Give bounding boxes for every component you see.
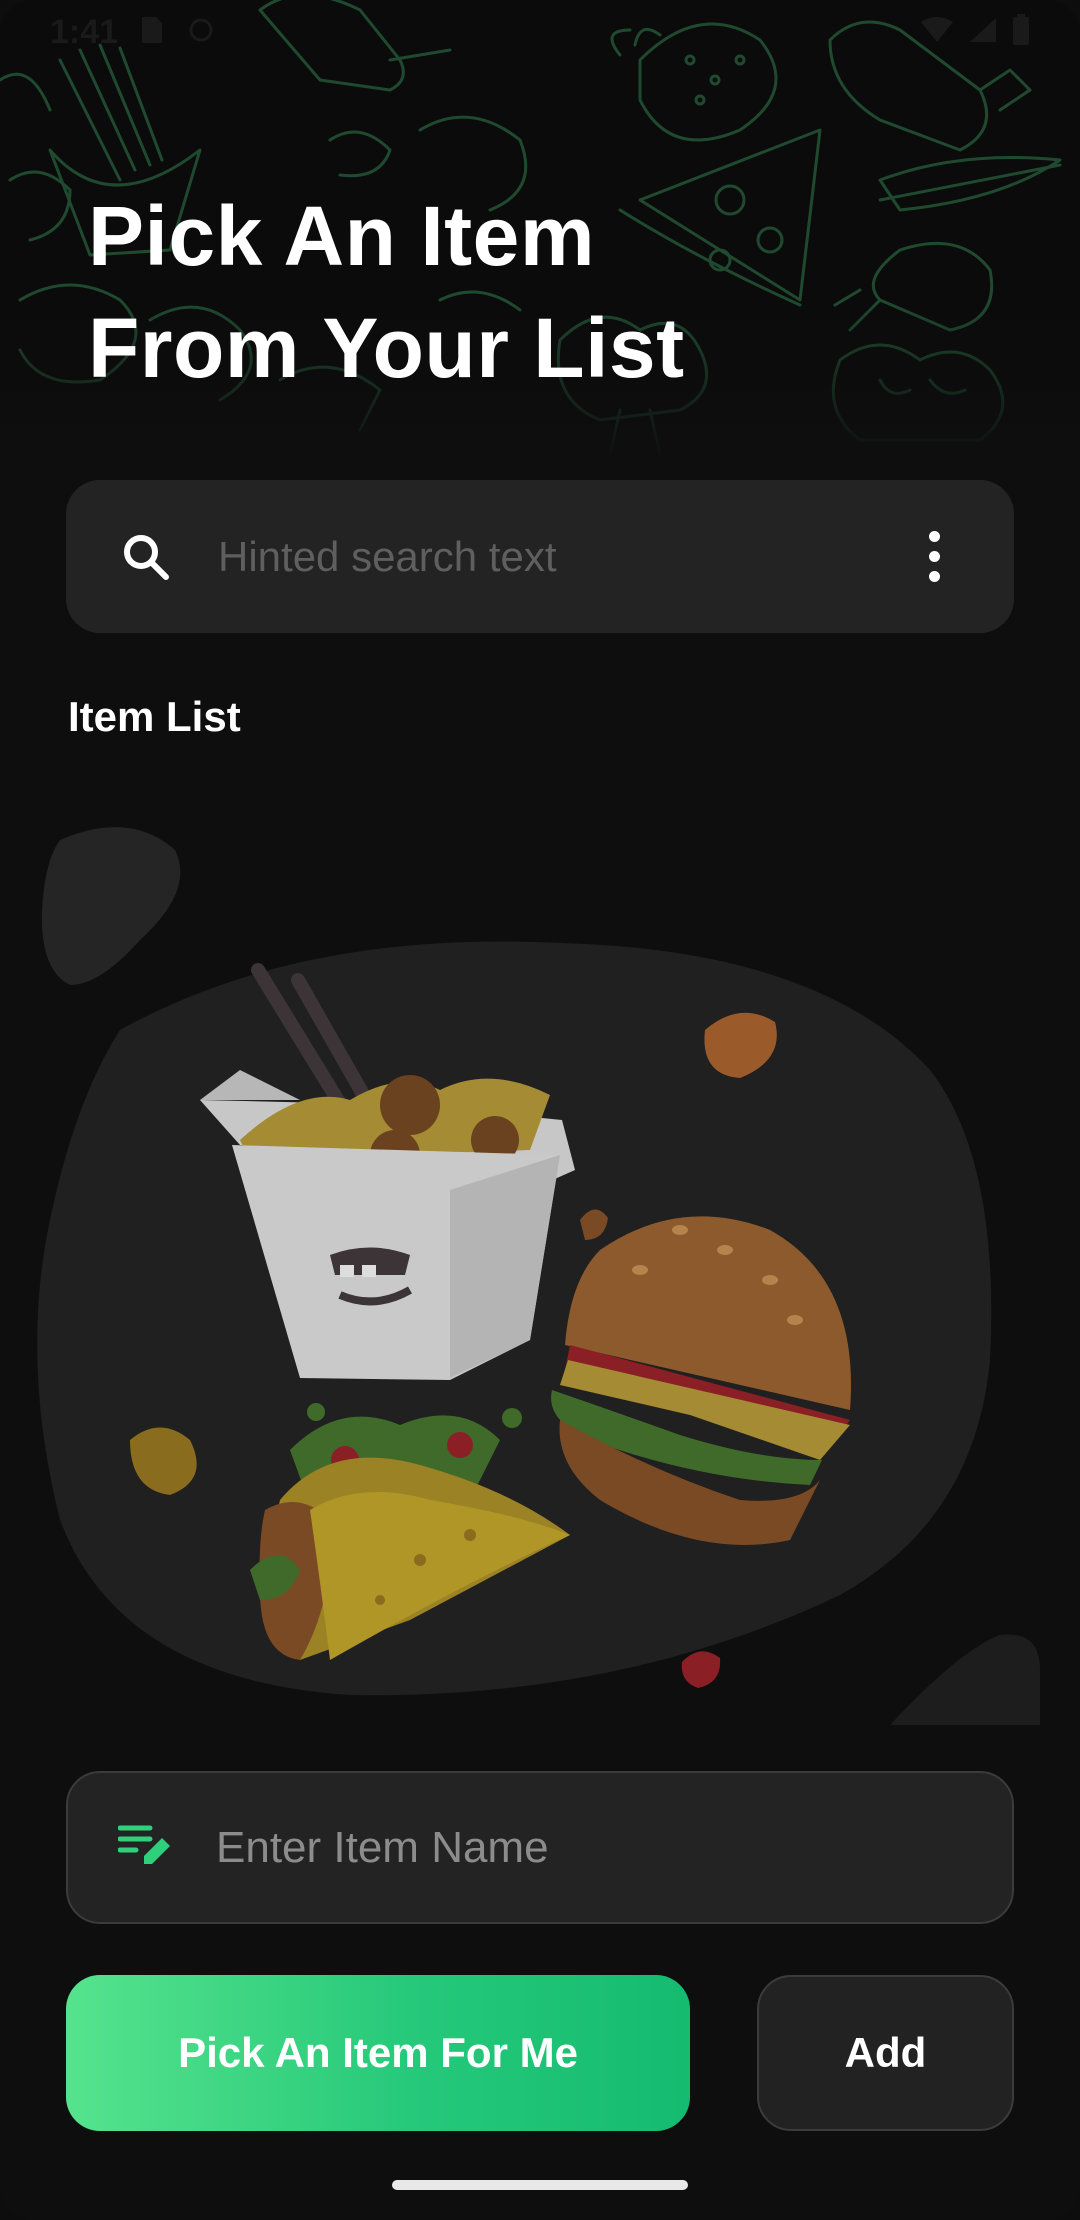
- item-name-field[interactable]: [66, 1771, 1014, 1924]
- item-name-input[interactable]: [214, 1821, 962, 1874]
- header-doodle-background: 1:41 Pick An Item From Your List: [0, 0, 1080, 455]
- battery-icon: [1012, 13, 1030, 51]
- section-title: Item List: [68, 693, 241, 740]
- more-vert-icon[interactable]: [914, 527, 954, 587]
- edit-list-icon: [117, 1822, 172, 1873]
- page-title-line-2: From Your List: [88, 301, 685, 395]
- home-indicator[interactable]: [392, 2180, 688, 2190]
- page-title-line-1: Pick An Item: [88, 189, 596, 283]
- empty-state-illustration: [0, 800, 1080, 1740]
- status-bar: 1:41: [0, 0, 1080, 64]
- app-screen: 1:41 Pick An Item From Your List Hinted …: [0, 0, 1080, 2220]
- wifi-icon: [920, 16, 954, 49]
- search-bar[interactable]: [66, 480, 1014, 633]
- sync-icon: [186, 15, 216, 50]
- signal-icon: [968, 16, 998, 49]
- search-input[interactable]: [216, 531, 914, 582]
- sim-icon: [140, 15, 164, 50]
- status-time: 1:41: [50, 12, 119, 51]
- page-title: Pick An Item From Your List: [88, 180, 685, 404]
- search-icon[interactable]: [116, 527, 176, 587]
- pick-item-button[interactable]: Pick An Item For Me: [66, 1975, 690, 2131]
- add-button[interactable]: Add: [757, 1975, 1014, 2131]
